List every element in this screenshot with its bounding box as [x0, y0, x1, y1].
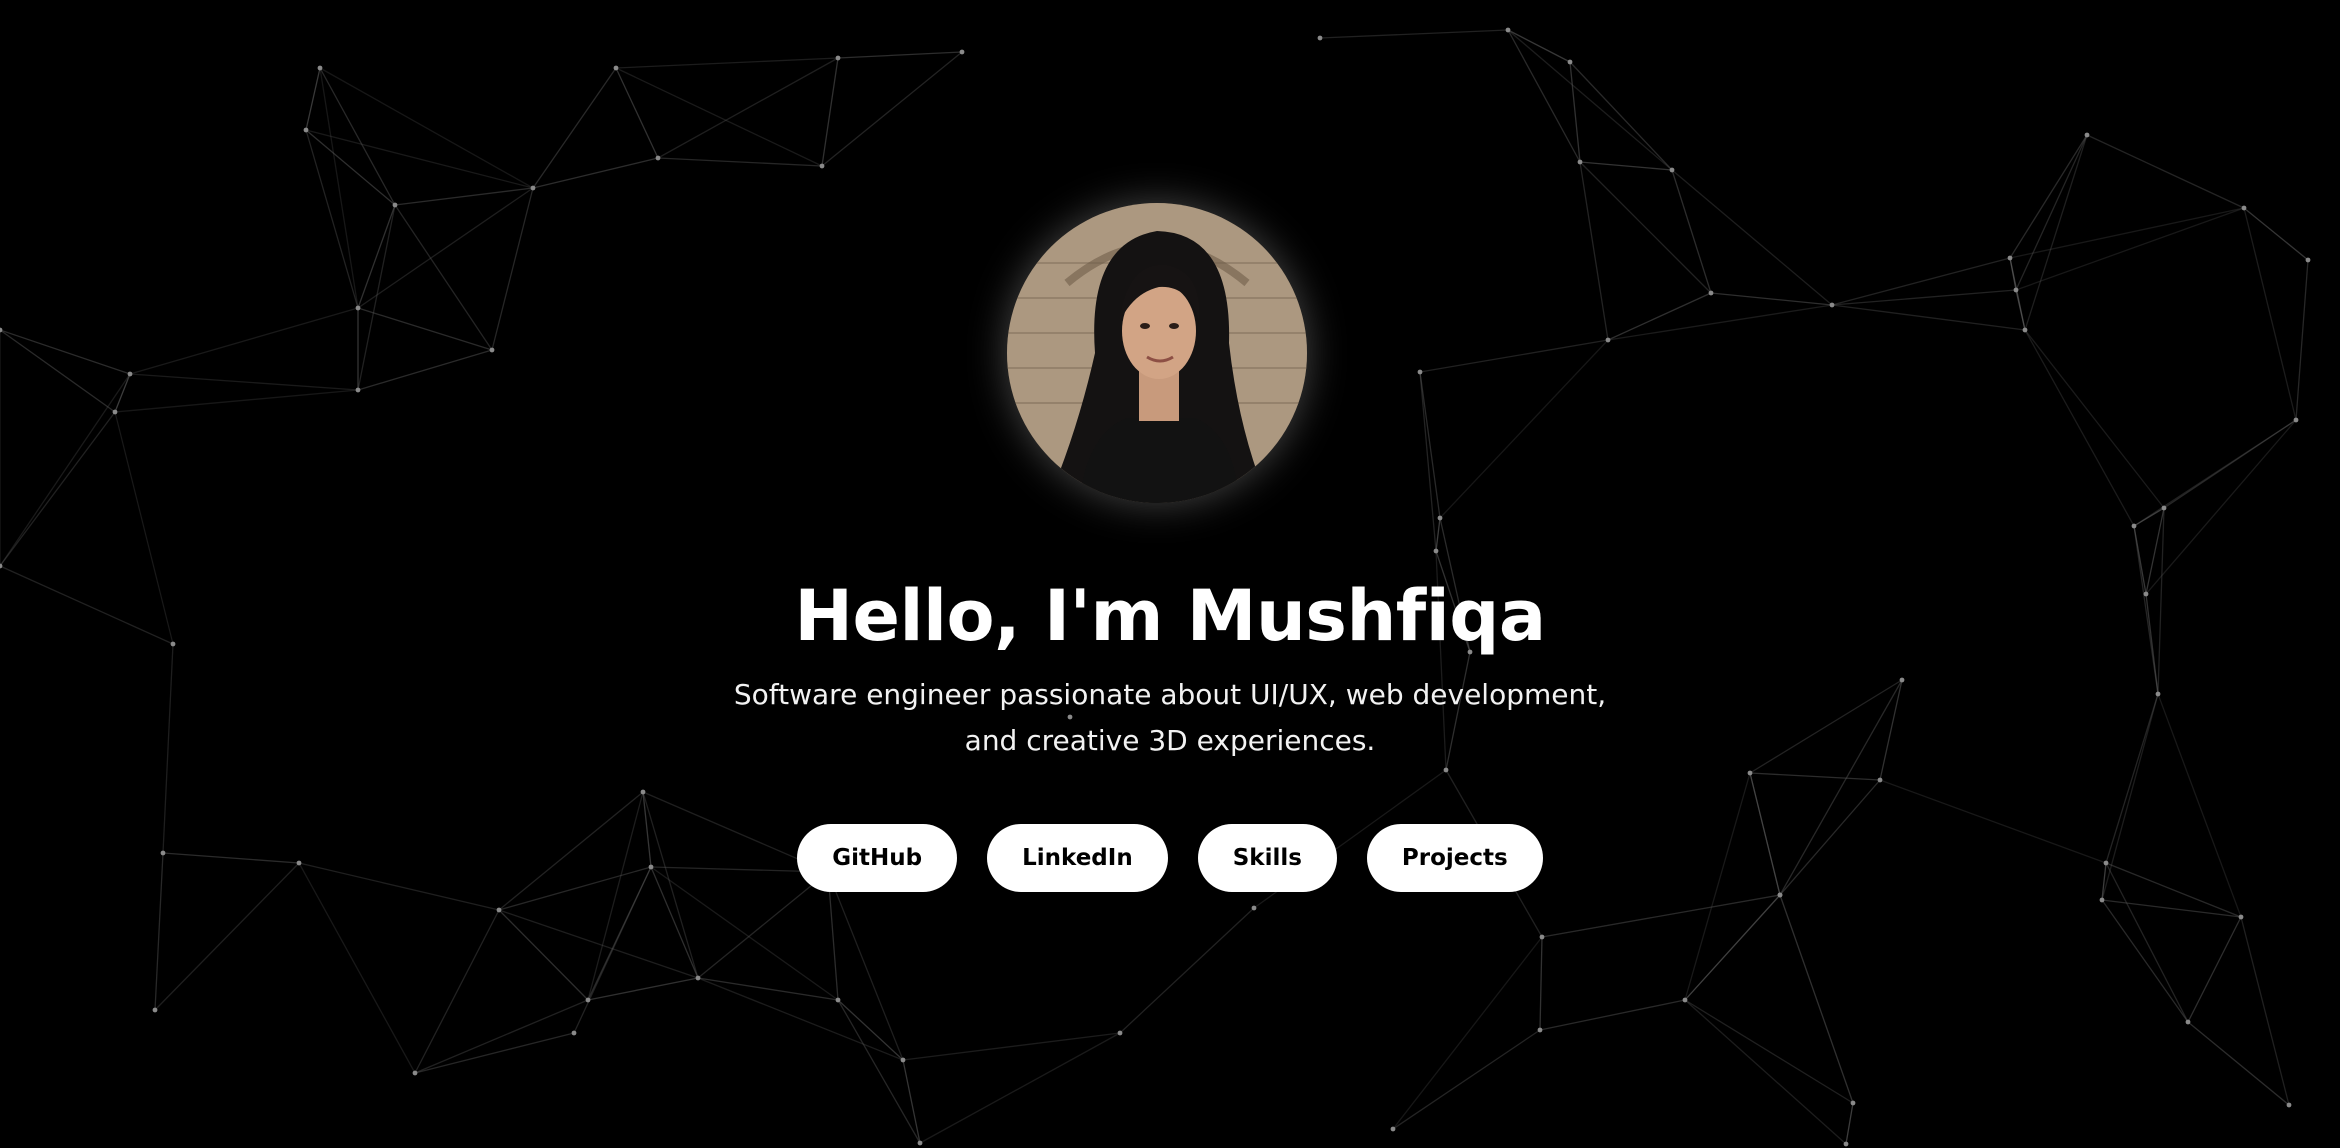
- intro-text: Software engineer passionate about UI/UX…: [733, 678, 1607, 757]
- github-button[interactable]: GitHub: [797, 824, 958, 892]
- page-title: Hello, I'm Mushfiqa: [794, 575, 1546, 657]
- projects-button[interactable]: Projects: [1366, 824, 1543, 892]
- hero-section: Hello, I'm Mushfiqa Software engineer pa…: [0, 0, 2340, 1148]
- profile-photo: [1007, 203, 1307, 503]
- skills-button[interactable]: Skills: [1197, 824, 1337, 892]
- link-buttons: GitHub LinkedIn Skills Projects: [0, 824, 2340, 892]
- linkedin-button[interactable]: LinkedIn: [987, 824, 1168, 892]
- avatar: [1007, 203, 1307, 503]
